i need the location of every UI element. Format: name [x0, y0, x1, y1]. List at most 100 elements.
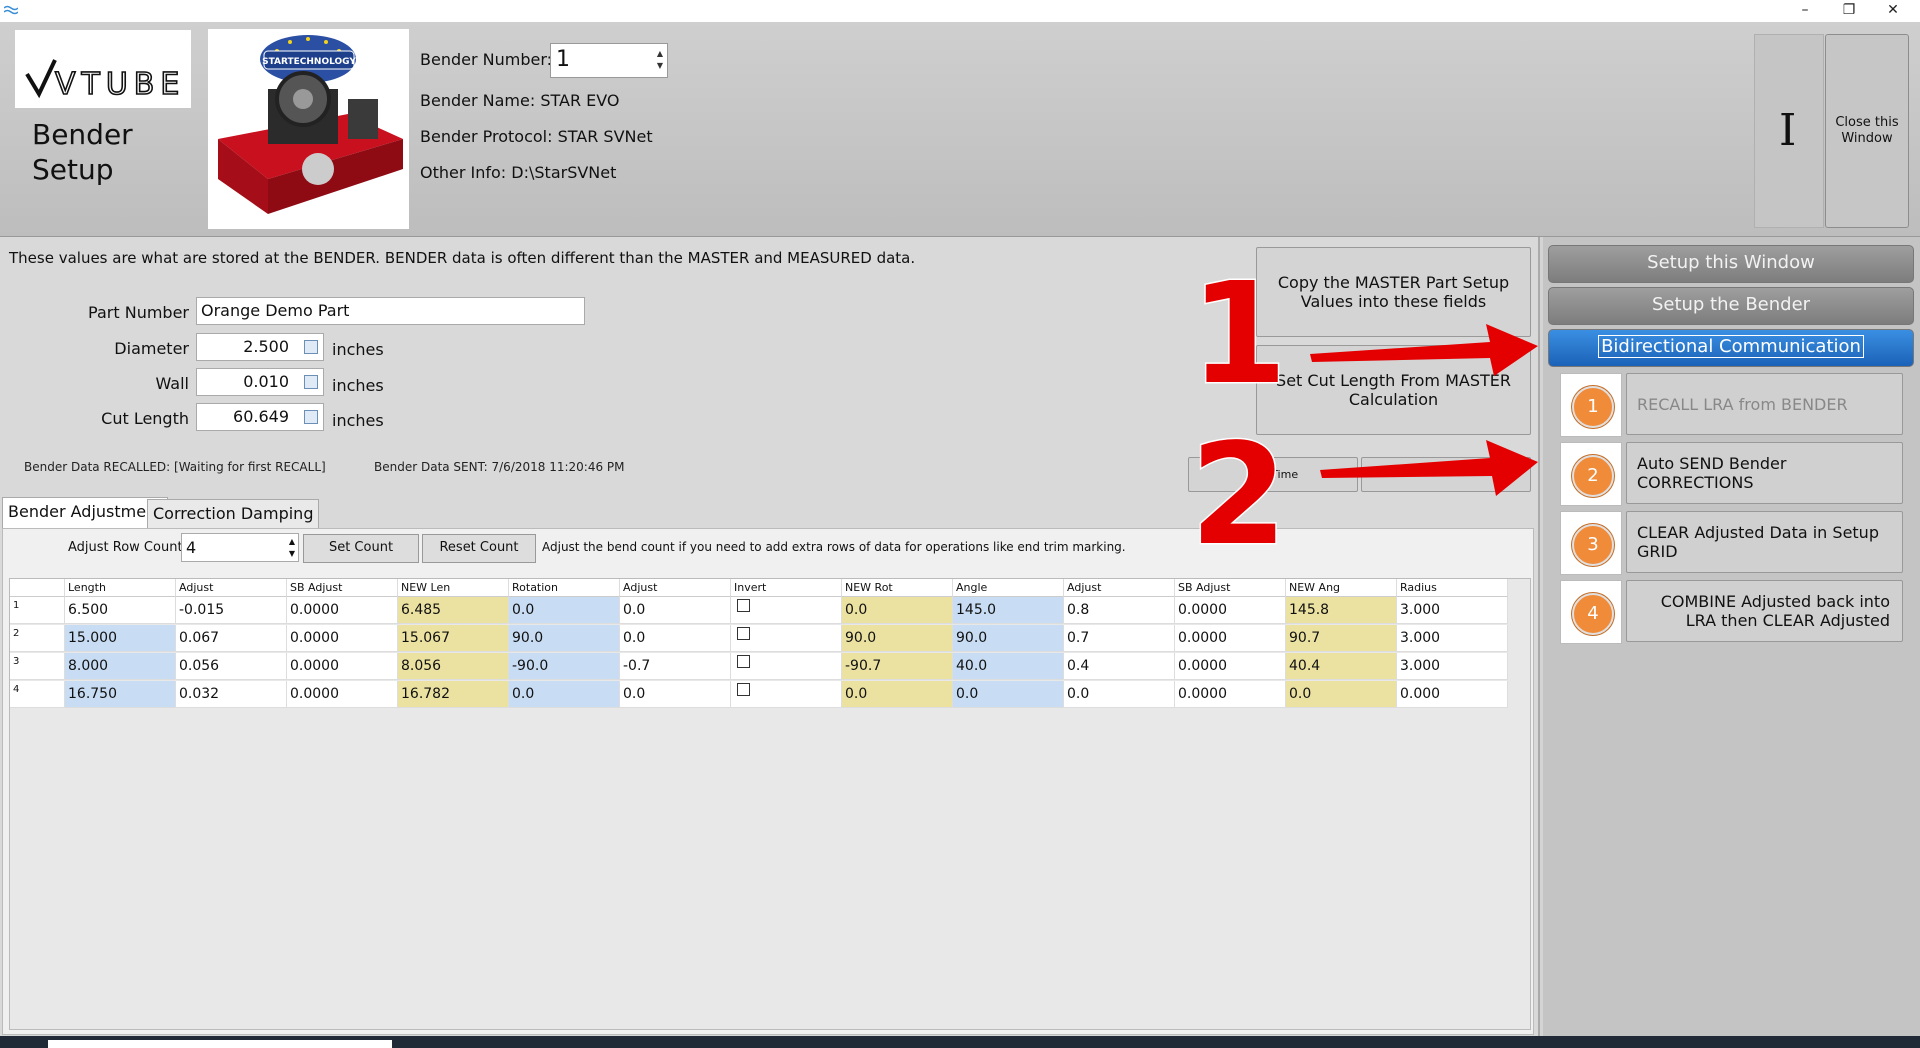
sent-status: Bender Data SENT: 7/6/2018 11:20:46 PM	[374, 460, 625, 474]
setup-window-button[interactable]: Setup this Window	[1548, 245, 1914, 283]
grid-cell[interactable]: 0.067	[176, 625, 287, 652]
grid-cell[interactable]: 0.0	[1286, 681, 1397, 708]
grid-cell-invert[interactable]	[731, 653, 842, 680]
calculator-icon[interactable]	[304, 340, 318, 354]
column-header[interactable]: Rotation	[509, 579, 620, 597]
grid-cell[interactable]: 90.0	[842, 625, 953, 652]
grid-cell[interactable]: 90.0	[509, 625, 620, 652]
column-header[interactable]: NEW Len	[398, 579, 509, 597]
cut-length-value: 60.649	[233, 407, 289, 426]
calculator-icon[interactable]	[304, 410, 318, 424]
grid-cell[interactable]: 0.056	[176, 653, 287, 680]
column-header[interactable]: SB Adjust	[1175, 579, 1286, 597]
grid-cell[interactable]: 40.0	[953, 653, 1064, 680]
grid-cell-invert[interactable]	[731, 625, 842, 652]
grid-cell[interactable]: 40.4	[1286, 653, 1397, 680]
grid-cell[interactable]: -90.7	[842, 653, 953, 680]
minimize-button[interactable]: –	[1782, 0, 1828, 22]
spin-arrows-icon[interactable]: ▲ ▼	[657, 48, 663, 72]
auto-send-corrections-button[interactable]: Auto SEND Bender CORRECTIONS	[1626, 442, 1903, 504]
grid-cell[interactable]: 15.000	[65, 625, 176, 652]
grid-cell[interactable]: 0.0	[953, 681, 1064, 708]
tab-bender-adjustment[interactable]: Bender Adjustment	[2, 497, 169, 528]
grid-cell[interactable]: 6.485	[398, 597, 509, 624]
clear-adjusted-button[interactable]: CLEAR Adjusted Data in Setup GRID	[1626, 511, 1903, 573]
column-header[interactable]: Length	[65, 579, 176, 597]
wall-input[interactable]: 0.010	[196, 368, 324, 396]
grid-cell[interactable]: 0.0	[842, 597, 953, 624]
column-header[interactable]: SB Adjust	[287, 579, 398, 597]
column-header[interactable]: Adjust	[620, 579, 731, 597]
invert-checkbox[interactable]	[737, 683, 750, 696]
grid-cell[interactable]: 0.4	[1064, 653, 1175, 680]
calculator-icon[interactable]	[304, 375, 318, 389]
grid-cell[interactable]: 90.7	[1286, 625, 1397, 652]
invert-checkbox[interactable]	[737, 599, 750, 612]
recall-lra-button[interactable]: RECALL LRA from BENDER	[1626, 373, 1903, 435]
grid-cell[interactable]: 0.0000	[287, 653, 398, 680]
part-number-input[interactable]: Orange Demo Part	[196, 297, 585, 325]
grid-cell[interactable]: 3.000	[1397, 625, 1508, 652]
grid-cell-invert[interactable]	[731, 597, 842, 624]
setup-bender-button[interactable]: Setup the Bender	[1548, 287, 1914, 325]
grid-cell[interactable]: 3.000	[1397, 653, 1508, 680]
spin-arrows-icon[interactable]: ▲ ▼	[289, 536, 295, 560]
grid-cell[interactable]: 0.0000	[1175, 597, 1286, 624]
set-count-button[interactable]: Set Count	[303, 534, 419, 563]
grid-cell[interactable]: 16.782	[398, 681, 509, 708]
bidirectional-communication-button[interactable]: Bidirectional Communication	[1548, 329, 1914, 367]
diameter-input[interactable]: 2.500	[196, 333, 324, 361]
grid-cell[interactable]: 0.0	[509, 681, 620, 708]
bender-number-spinner[interactable]: 1 ▲ ▼	[550, 43, 668, 78]
grid-cell[interactable]: 0.0	[620, 597, 731, 624]
restore-button[interactable]: ❐	[1826, 0, 1872, 22]
column-header[interactable]: NEW Rot	[842, 579, 953, 597]
grid-cell[interactable]: 6.500	[65, 597, 176, 624]
invert-checkbox[interactable]	[737, 655, 750, 668]
grid-cell[interactable]: 8.000	[65, 653, 176, 680]
grid-cell[interactable]: 0.000	[1397, 681, 1508, 708]
grid-cell[interactable]: -0.7	[620, 653, 731, 680]
close-button[interactable]: ✕	[1870, 0, 1916, 22]
column-header[interactable]: Invert	[731, 579, 842, 597]
grid-cell[interactable]: 0.0000	[1175, 681, 1286, 708]
callout-number-1: 1	[1188, 253, 1288, 416]
grid-cell[interactable]: 145.8	[1286, 597, 1397, 624]
grid-cell[interactable]: 145.0	[953, 597, 1064, 624]
grid-cell[interactable]: 0.0	[620, 681, 731, 708]
taskbar-item[interactable]	[48, 1040, 392, 1048]
grid-cell[interactable]: 0.0000	[1175, 653, 1286, 680]
column-header[interactable]: NEW Ang	[1286, 579, 1397, 597]
grid-cell[interactable]: 0.0000	[287, 681, 398, 708]
grid-cell-invert[interactable]	[731, 681, 842, 708]
grid-cell[interactable]: 0.0	[620, 625, 731, 652]
grid-cell[interactable]: 90.0	[953, 625, 1064, 652]
grid-cell[interactable]: 16.750	[65, 681, 176, 708]
grid-cell[interactable]: 0.7	[1064, 625, 1175, 652]
grid-cell[interactable]: 15.067	[398, 625, 509, 652]
column-header[interactable]: Adjust	[176, 579, 287, 597]
grid-cell[interactable]: 0.0	[509, 597, 620, 624]
column-header[interactable]: Angle	[953, 579, 1064, 597]
cut-length-input[interactable]: 60.649	[196, 403, 324, 431]
tab-correction-damping[interactable]: Correction Damping	[147, 499, 320, 528]
grid-cell[interactable]: 0.8	[1064, 597, 1175, 624]
grid-cell[interactable]: 0.0000	[287, 625, 398, 652]
grid-cell[interactable]: -0.015	[176, 597, 287, 624]
grid-cell[interactable]: -90.0	[509, 653, 620, 680]
grid-cell[interactable]: 0.032	[176, 681, 287, 708]
reset-count-button[interactable]: Reset Count	[422, 534, 536, 563]
column-header[interactable]: Adjust	[1064, 579, 1175, 597]
grid-cell[interactable]: 8.056	[398, 653, 509, 680]
grid-cell[interactable]: 0.0	[842, 681, 953, 708]
close-window-button[interactable]: Close this Window	[1825, 34, 1909, 228]
invert-checkbox[interactable]	[737, 627, 750, 640]
grid-cell[interactable]: 0.0000	[1175, 625, 1286, 652]
row-count-spinner[interactable]: 4 ▲ ▼	[181, 533, 299, 562]
combine-adjusted-button[interactable]: COMBINE Adjusted back into LRA then CLEA…	[1626, 580, 1903, 642]
grid-cell[interactable]: 3.000	[1397, 597, 1508, 624]
column-header[interactable]: Radius	[1397, 579, 1508, 597]
grid-cell[interactable]: 0.0000	[287, 597, 398, 624]
grid-cell[interactable]: 0.0	[1064, 681, 1175, 708]
adjustment-grid[interactable]: Length Adjust SB Adjust NEW Len Rotation…	[9, 578, 1531, 1030]
